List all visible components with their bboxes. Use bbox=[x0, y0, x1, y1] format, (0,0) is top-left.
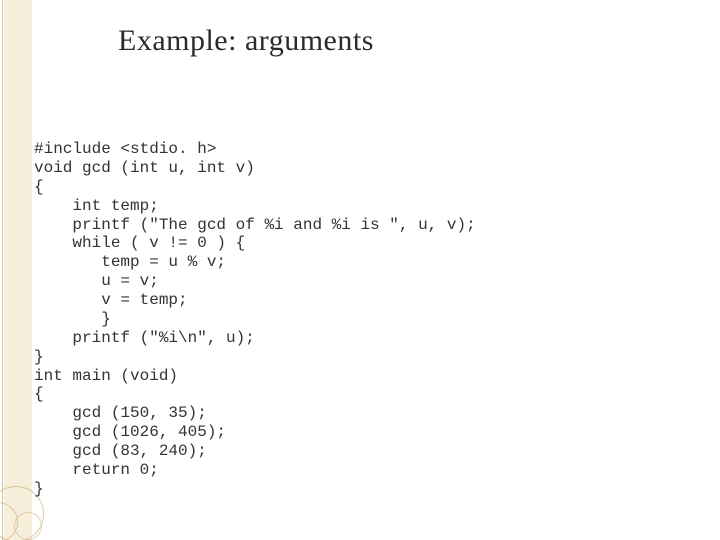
code-line: int temp; bbox=[34, 197, 159, 215]
code-line: printf ("The gcd of %i and %i is ", u, v… bbox=[34, 216, 476, 234]
code-line: printf ("%i\n", u); bbox=[34, 329, 255, 347]
code-line: { bbox=[34, 178, 44, 196]
code-line: gcd (150, 35); bbox=[34, 404, 207, 422]
code-line: gcd (1026, 405); bbox=[34, 423, 226, 441]
code-line: } bbox=[34, 480, 44, 498]
code-line: #include <stdio. h> bbox=[34, 140, 216, 158]
code-line: return 0; bbox=[34, 461, 159, 479]
deco-circle-3 bbox=[14, 512, 42, 540]
code-line: gcd (83, 240); bbox=[34, 442, 207, 460]
code-block: #include <stdio. h> void gcd (int u, int… bbox=[34, 140, 476, 499]
slide: Example: arguments #include <stdio. h> v… bbox=[0, 0, 720, 540]
code-line: v = temp; bbox=[34, 291, 188, 309]
code-line: u = v; bbox=[34, 272, 159, 290]
code-line: } bbox=[34, 310, 111, 328]
code-line: { bbox=[34, 385, 44, 403]
vertical-line-decoration bbox=[2, 0, 3, 540]
code-line: } bbox=[34, 348, 44, 366]
code-line: int main (void) bbox=[34, 367, 178, 385]
code-line: temp = u % v; bbox=[34, 253, 226, 271]
slide-title: Example: arguments bbox=[118, 24, 374, 58]
code-line: void gcd (int u, int v) bbox=[34, 159, 255, 177]
code-line: while ( v != 0 ) { bbox=[34, 234, 245, 252]
vertical-band-decoration bbox=[4, 0, 32, 540]
